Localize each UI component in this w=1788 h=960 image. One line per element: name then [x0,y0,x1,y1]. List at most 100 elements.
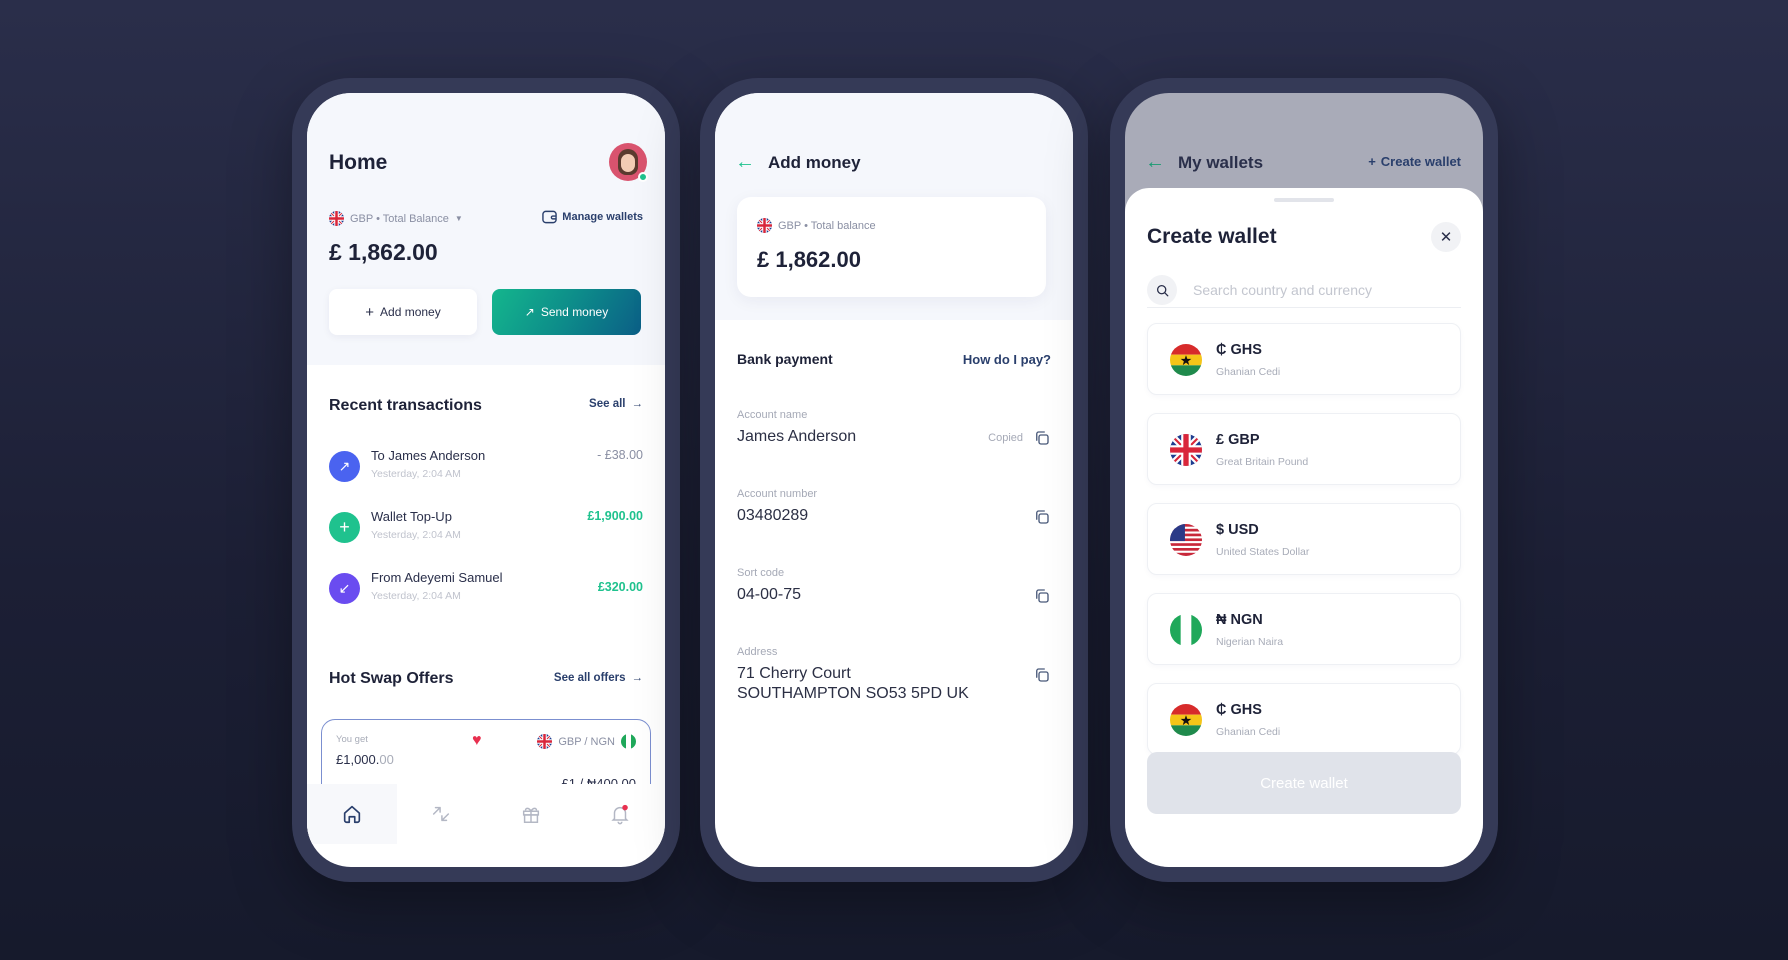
transaction-row[interactable]: ↗ To James Anderson Yesterday, 2:04 AM -… [329,446,643,496]
manage-wallets-label: Manage wallets [562,211,643,223]
create-wallet-link-label: Create wallet [1380,154,1461,169]
see-all-label: See all [589,398,626,410]
plus-icon: + [329,512,360,543]
create-wallet-button[interactable]: Create wallet [1147,752,1461,814]
add-money-button[interactable]: + Add money [329,289,477,335]
currency-name: Ghanian Cedi [1216,726,1281,738]
address-label: Address [737,646,778,658]
copied-status: Copied [988,432,1023,444]
avatar-face [621,154,635,172]
sort-code-value: 04-00-75 [737,586,802,603]
currency-name: Ghanian Cedi [1216,366,1281,378]
nav-swap[interactable] [397,784,487,844]
wallet-icon [542,210,558,224]
transaction-amount: £320.00 [597,580,643,594]
copy-icon[interactable] [1033,508,1051,526]
my-wallets-screen: ← My wallets + Create wallet Create walle… [1125,93,1483,867]
gift-icon [522,807,539,823]
create-wallet-sheet: Create wallet ✕ Search country and curre… [1125,188,1483,867]
address-line-2: SOUTHAMPTON SO53 5PD UK [737,685,969,702]
see-all-link[interactable]: See all → [589,398,643,410]
uk-flag-icon [537,734,552,749]
copy-icon[interactable] [1033,666,1051,684]
nav-gifts[interactable] [486,784,576,844]
address-line-1: 71 Cherry Court [737,665,851,682]
phone-add-money: ← Add money GBP • Total balance £ 1,862.… [700,78,1088,882]
back-arrow-icon[interactable]: ← [735,151,755,174]
copy-icon[interactable] [1033,587,1051,605]
currency-option-ghs[interactable]: ₵ GHS Ghanian Cedi [1147,683,1461,755]
currency-option-ghs[interactable]: ₵ GHS Ghanian Cedi [1147,323,1461,395]
pair-label: GBP / NGN [558,735,615,748]
page-title: My wallets [1178,153,1264,172]
transaction-row[interactable]: + Wallet Top-Up Yesterday, 2:04 AM £1,90… [329,507,643,557]
arrow-down-left-icon: ↙ [329,573,360,604]
uk-flag-icon [1170,434,1202,466]
currency-code: ₵ GHS [1216,342,1262,358]
caret-down-icon: ▼ [454,214,463,223]
currency-pair: GBP / NGN [537,734,636,749]
copy-icon[interactable] [1033,429,1051,447]
arrow-right-icon: → [631,398,644,410]
currency-code: $ USD [1216,522,1259,538]
nav-home[interactable] [307,784,397,844]
online-status-dot [638,172,648,182]
currency-code: £ GBP [1216,432,1260,448]
manage-wallets-link[interactable]: Manage wallets [542,210,643,224]
search-input[interactable]: Search country and currency [1147,274,1461,308]
transaction-time: Yesterday, 2:04 AM [371,468,461,480]
transaction-row[interactable]: ↙ From Adeyemi Samuel Yesterday, 2:04 AM… [329,568,643,618]
you-get-label: You get [336,734,368,745]
transaction-amount: - £38.00 [597,448,643,462]
currency-name: Nigerian Naira [1216,636,1284,648]
transaction-amount: £1,900.00 [587,509,643,523]
back-arrow-icon[interactable]: ← [1145,151,1165,174]
see-all-offers-link[interactable]: See all offers → [554,672,643,684]
plus-icon: + [365,303,375,321]
home-icon [343,805,360,824]
currency-code: ₵ GHS [1216,702,1262,718]
total-balance: £ 1,862.00 [757,247,861,272]
usa-flag-icon [1170,524,1202,556]
currency-option-gbp[interactable]: £ GBP Great Britain Pound [1147,413,1461,485]
close-icon[interactable]: ✕ [1431,222,1461,252]
create-wallet-link[interactable]: + Create wallet [1368,154,1461,169]
balance-label: GBP • Total balance [778,219,876,232]
account-name-value: James Anderson [737,428,857,445]
account-number-label: Account number [737,488,818,500]
home-screen: Home GBP • Total Balance ▼ Manage wallet… [307,93,665,867]
uk-flag-icon [329,211,344,226]
sort-code-label: Sort code [737,567,785,579]
nigeria-flag-icon [1170,614,1202,646]
arrow-up-right-icon: ↗ [329,451,360,482]
bell-icon [611,804,629,825]
avatar[interactable] [609,143,648,182]
heart-icon[interactable]: ♥ [472,732,482,750]
see-all-offers-label: See all offers [553,672,626,684]
page-title: Add money [768,153,861,172]
sheet-drag-handle[interactable] [1274,198,1334,202]
currency-selector[interactable]: GBP • Total Balance ▼ [329,211,463,226]
plus-icon: + [1368,154,1376,169]
bank-payment-title: Bank payment [737,351,833,367]
arrow-up-right-icon: ↗ [524,305,535,319]
uk-flag-icon [757,218,772,233]
transaction-name: To James Anderson [371,448,486,463]
ghana-flag-icon [1170,344,1202,376]
send-money-button[interactable]: ↗ Send money [492,289,641,335]
transaction-time: Yesterday, 2:04 AM [371,590,461,602]
send-money-label: Send money [540,305,609,319]
balance-card: GBP • Total balance £ 1,862.00 [737,197,1046,297]
balance-label: GBP • Total Balance [350,212,449,225]
account-name-label: Account name [737,409,808,421]
currency-option-ngn[interactable]: ₦ NGN Nigerian Naira [1147,593,1461,665]
sheet-title: Create wallet [1147,225,1277,248]
how-do-i-pay-link[interactable]: How do I pay? [963,352,1051,367]
nav-notifications[interactable] [576,784,666,844]
currency-option-usd[interactable]: $ USD United States Dollar [1147,503,1461,575]
balance-label-row: GBP • Total balance [757,218,876,233]
arrow-right-icon: → [631,672,644,684]
currency-code: ₦ NGN [1216,612,1263,628]
hot-swap-offers-title: Hot Swap Offers [329,670,454,687]
nigeria-flag-icon [621,734,636,749]
